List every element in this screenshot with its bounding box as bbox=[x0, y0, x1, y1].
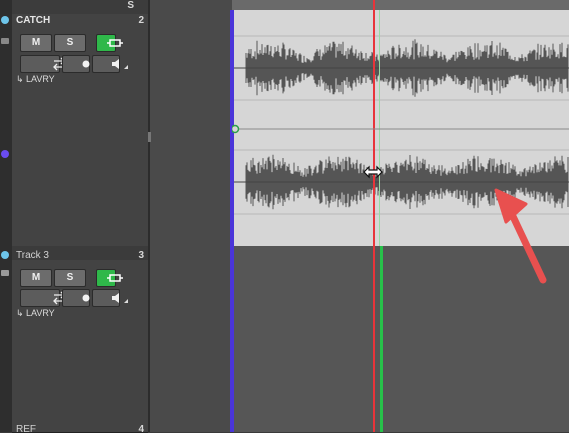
track-number: 2 bbox=[138, 15, 144, 26]
automation-node bbox=[232, 124, 240, 134]
solo-button[interactable]: S bbox=[54, 34, 86, 52]
clip-header-strip bbox=[232, 0, 569, 10]
volume-icon bbox=[112, 293, 128, 303]
clip-start-line[interactable] bbox=[230, 10, 234, 432]
track-number: 3 bbox=[138, 250, 144, 261]
monitor-icon bbox=[107, 39, 123, 47]
solo-column-label: S bbox=[127, 0, 134, 11]
track-header-catch[interactable]: CATCH 2 S M S ↳ LAVRY bbox=[12, 0, 148, 247]
lock-icon[interactable] bbox=[1, 270, 9, 276]
output-route-arrow: ↳ bbox=[16, 74, 24, 84]
mute-button[interactable]: M bbox=[20, 269, 52, 287]
divider-rule bbox=[148, 0, 150, 432]
input-monitor-button[interactable] bbox=[96, 269, 123, 287]
volume-button[interactable] bbox=[92, 55, 128, 73]
volume-icon bbox=[112, 59, 128, 69]
input-monitor-button[interactable] bbox=[96, 34, 123, 52]
phase-button[interactable] bbox=[20, 289, 65, 307]
track-lock-icon[interactable] bbox=[1, 38, 9, 44]
monitor-icon bbox=[107, 274, 123, 282]
track-select-dot[interactable] bbox=[1, 251, 9, 259]
resize-cursor-icon bbox=[363, 165, 383, 179]
automation-dot[interactable] bbox=[1, 150, 9, 158]
output-route[interactable]: LAVRY bbox=[26, 308, 55, 318]
track-select-dot[interactable] bbox=[1, 16, 9, 24]
resize-handle[interactable] bbox=[148, 132, 151, 142]
track-name[interactable]: CATCH bbox=[16, 15, 50, 26]
solo-button[interactable]: S bbox=[54, 269, 86, 287]
track-header-track3[interactable]: Track 3 3 M S ↳ LAVRY bbox=[12, 246, 148, 425]
track-name[interactable]: Track 3 bbox=[16, 250, 49, 261]
mute-button[interactable]: M bbox=[20, 34, 52, 52]
track-divider-column bbox=[148, 0, 232, 432]
record-arm-button[interactable] bbox=[62, 289, 98, 307]
automation-line[interactable] bbox=[232, 120, 569, 140]
annotation-arrow-icon bbox=[494, 188, 547, 284]
record-arm-button[interactable] bbox=[62, 55, 98, 73]
output-route-arrow: ↳ bbox=[16, 308, 24, 318]
volume-button[interactable] bbox=[92, 289, 128, 307]
green-marker-line[interactable] bbox=[380, 246, 383, 432]
playhead[interactable] bbox=[373, 0, 375, 432]
phase-button[interactable] bbox=[20, 55, 65, 73]
output-route[interactable]: LAVRY bbox=[26, 74, 55, 84]
